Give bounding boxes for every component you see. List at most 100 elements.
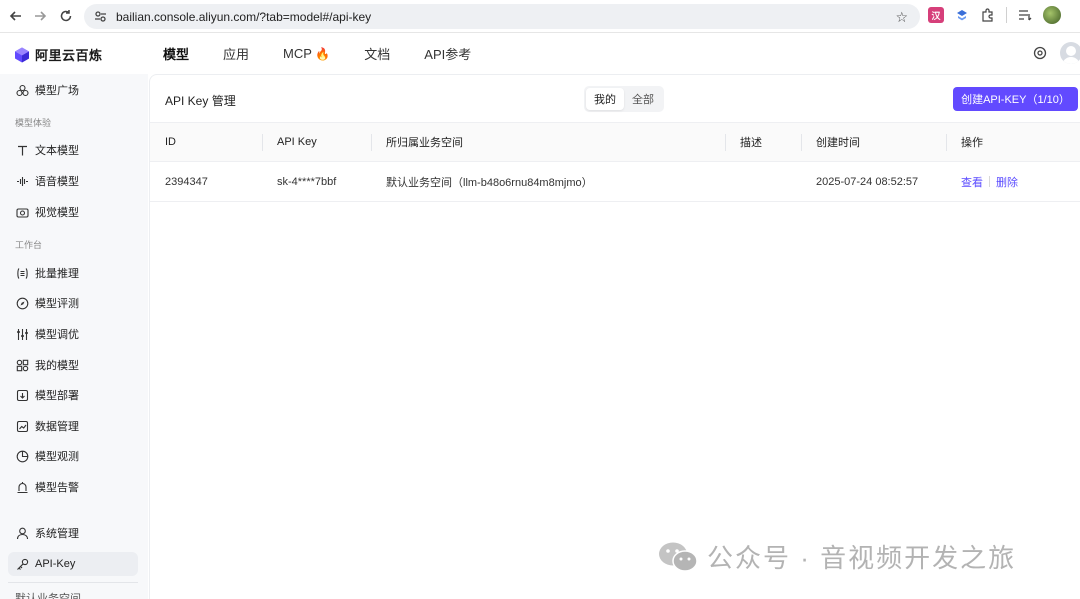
view-link[interactable]: 查看: [961, 174, 983, 190]
top-nav: 模型 应用 MCP 🔥 文档 API参考: [163, 33, 505, 74]
extensions-area: 汉: [928, 6, 1061, 24]
sidebar-item-text-model[interactable]: 文本模型: [8, 138, 138, 162]
main-panel: API Key 管理 我的 全部 创建API-KEY（1/10） ID API …: [149, 74, 1080, 599]
sidebar-item-my-models[interactable]: 我的模型: [8, 353, 138, 377]
header-actions: 操作: [961, 137, 983, 149]
sidebar-item-model-deploy[interactable]: 模型部署: [8, 383, 138, 407]
header-api-key: API Key: [277, 136, 317, 148]
cell-workspace: 默认业务空间（llm-b48o6rnu84m8mjmo）: [386, 176, 593, 189]
header-created-time: 创建时间: [816, 137, 860, 149]
logo-icon: [15, 47, 29, 62]
sidebar-item-data-management[interactable]: 数据管理: [8, 414, 138, 438]
chart-icon: [16, 420, 29, 433]
sidebar-divider: [8, 582, 138, 583]
header-description: 描述: [740, 137, 762, 149]
nav-tab-api-ref[interactable]: API参考: [424, 44, 471, 63]
nav-tab-model[interactable]: 模型: [163, 44, 189, 63]
sidebar-item-label: 我的模型: [35, 360, 79, 372]
sidebar-group-experience: 模型体验: [15, 118, 52, 128]
compass-icon: [16, 297, 29, 310]
flame-icon: 🔥: [315, 47, 331, 61]
cell-created-time: 2025-07-24 08:52:57: [816, 175, 919, 188]
action-divider: [989, 176, 990, 187]
reload-icon[interactable]: [52, 2, 80, 30]
nav-tab-mcp[interactable]: MCP 🔥: [283, 46, 330, 61]
sidebar-item-label: 模型观测: [35, 451, 79, 463]
bookmark-star-icon[interactable]: ☆: [895, 9, 908, 26]
page-title: API Key 管理: [165, 94, 236, 108]
user-avatar[interactable]: [1060, 42, 1080, 64]
ownership-filter: 我的 全部: [584, 86, 664, 112]
toolbar-divider: [1006, 7, 1007, 23]
grid-icon: [16, 359, 29, 372]
site-settings-icon[interactable]: [94, 10, 108, 24]
extension-icon[interactable]: 汉: [928, 7, 944, 23]
address-bar[interactable]: bailian.console.aliyun.com/?tab=model#/a…: [84, 4, 920, 29]
filter-all[interactable]: 全部: [624, 88, 662, 110]
sidebar-item-model-tuning[interactable]: 模型调优: [8, 322, 138, 346]
sidebar-item-api-key[interactable]: API-Key: [8, 552, 138, 576]
sidebar-item-label: 文本模型: [35, 145, 79, 157]
api-key-table: ID API Key 所归属业务空间 描述 创建时间 操作 2394347 sk…: [150, 122, 1080, 202]
key-icon: [16, 558, 29, 571]
user-icon: [16, 527, 29, 540]
pie-icon: [16, 450, 29, 463]
filter-mine[interactable]: 我的: [586, 88, 624, 110]
logo[interactable]: 阿里云百炼: [14, 45, 103, 64]
sidebar-item-label: 模型广场: [35, 85, 79, 97]
sidebar-item-label: 模型调优: [35, 329, 79, 341]
sidebar-item-model-observe[interactable]: 模型观测: [8, 444, 138, 468]
sidebar-item-batch-inference[interactable]: 批量推理: [8, 261, 138, 285]
profile-avatar[interactable]: [1043, 6, 1061, 24]
table-header: ID API Key 所归属业务空间 描述 创建时间 操作: [150, 122, 1080, 162]
extension-2-icon[interactable]: [954, 7, 970, 23]
header-id: ID: [165, 136, 176, 148]
sidebar-item-label: 模型部署: [35, 390, 79, 402]
create-api-key-button[interactable]: 创建API-KEY（1/10）: [953, 87, 1078, 111]
logo-text: 阿里云百炼: [35, 48, 103, 63]
watermark-text: 公众号 · 音视频开发之旅: [707, 543, 1017, 573]
sidebar-item-model-square[interactable]: 模型广场: [8, 78, 138, 102]
browser-toolbar: bailian.console.aliyun.com/?tab=model#/a…: [0, 0, 1080, 33]
watermark: 公众号 · 音视频开发之旅: [657, 538, 1016, 575]
delete-link[interactable]: 删除: [996, 174, 1018, 190]
audio-icon: [16, 175, 29, 188]
sidebar-item-audio-model[interactable]: 语音模型: [8, 169, 138, 193]
sidebar-item-label: 模型评测: [35, 298, 79, 310]
table-row: 2394347 sk-4****7bbf 默认业务空间（llm-b48o6rnu…: [150, 162, 1080, 202]
app-header: 阿里云百炼 模型 应用 MCP 🔥 文档 API参考: [0, 33, 1080, 74]
batch-icon: [16, 267, 29, 280]
column-divider: [262, 134, 263, 151]
puzzle-icon[interactable]: [980, 7, 996, 23]
settings-icon[interactable]: [1032, 45, 1048, 61]
workspace-switcher[interactable]: 默认业务空间: [15, 590, 81, 599]
column-divider: [371, 134, 372, 151]
sidebar-item-model-eval[interactable]: 模型评测: [8, 291, 138, 315]
url-text[interactable]: bailian.console.aliyun.com/?tab=model#/a…: [116, 10, 371, 24]
model-square-icon: [16, 84, 29, 97]
sidebar: 模型广场 模型体验 文本模型 语音模型 视觉模型 工作台 批量推理 模型评测 模…: [0, 74, 148, 599]
sidebar-item-label: 视觉模型: [35, 207, 79, 219]
sidebar-item-label: API-Key: [35, 558, 76, 570]
sidebar-item-label: 系统管理: [35, 528, 79, 540]
cell-actions: 查看 删除: [961, 162, 1018, 201]
nav-tab-mcp-label: MCP: [283, 46, 312, 61]
column-divider: [725, 134, 726, 151]
sidebar-item-label: 批量推理: [35, 268, 79, 280]
camera-icon: [16, 206, 29, 219]
nav-tab-app[interactable]: 应用: [223, 44, 249, 63]
sidebar-item-system-management[interactable]: 系统管理: [8, 521, 138, 545]
wechat-icon: [659, 542, 698, 572]
sidebar-item-label: 语音模型: [35, 176, 79, 188]
sidebar-group-workbench: 工作台: [15, 240, 43, 250]
nav-tab-docs[interactable]: 文档: [364, 44, 390, 63]
column-divider: [946, 134, 947, 151]
text-icon: [16, 144, 29, 157]
forward-icon[interactable]: [26, 2, 54, 30]
cell-id: 2394347: [165, 175, 208, 188]
sidebar-item-label: 模型告警: [35, 482, 79, 494]
sidebar-item-vision-model[interactable]: 视觉模型: [8, 200, 138, 224]
alarm-icon: [16, 481, 29, 494]
reading-list-icon[interactable]: [1017, 7, 1033, 23]
sidebar-item-model-alarm[interactable]: 模型告警: [8, 475, 138, 499]
